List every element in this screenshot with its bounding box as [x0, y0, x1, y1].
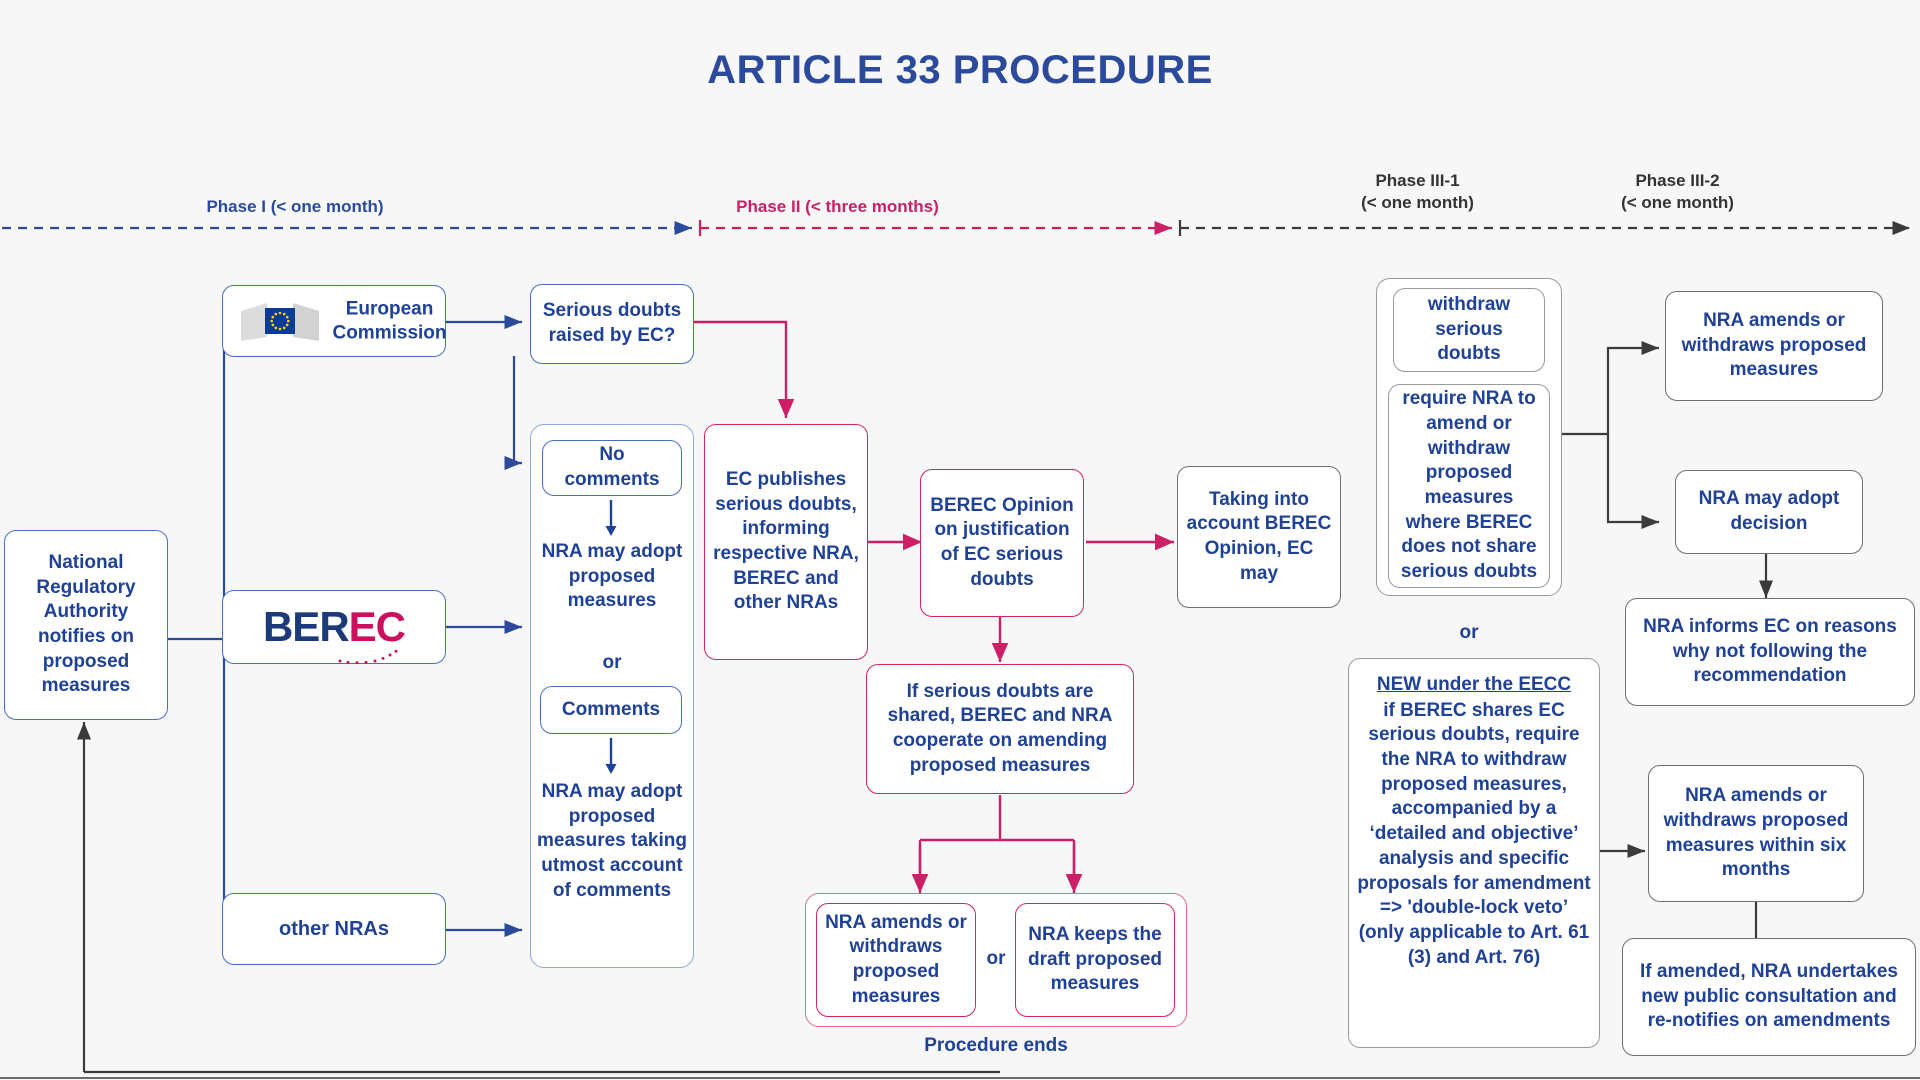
european-commission-label: European Commission	[332, 298, 447, 343]
node-serious-doubts-question[interactable]: Serious doubts raised by EC?	[530, 284, 694, 364]
phase-label-2: Phase II (< three months)	[736, 197, 939, 216]
berec-swoosh-icon	[338, 650, 398, 665]
label-procedure-ends: Procedure ends	[924, 1035, 1068, 1056]
phase-label-1: Phase I (< one month)	[206, 197, 384, 216]
node-comments[interactable]: Comments	[540, 686, 682, 734]
node-withdraw-serious-doubts[interactable]: withdraw serious doubts	[1393, 288, 1545, 372]
phase-label-4: Phase III-2 (< one month)	[1560, 170, 1795, 214]
node-other-nras[interactable]: other NRAs	[222, 893, 446, 965]
new-eecc-heading: NEW under the EECC	[1376, 674, 1572, 695]
node-nra-amends-six-months[interactable]: NRA amends or withdraws proposed measure…	[1648, 765, 1864, 902]
node-nra-notifies[interactable]: National Regulatory Authority notifies o…	[4, 530, 168, 720]
eu-flag-icon	[241, 303, 319, 341]
node-nra-may-adopt: NRA may adopt proposed measures	[541, 541, 683, 612]
node-if-amended-consultation[interactable]: If amended, NRA undertakes new public co…	[1622, 938, 1916, 1056]
label-or-mid: or	[602, 652, 622, 673]
node-nra-may-adopt-utmost: NRA may adopt proposed measures taking u…	[537, 781, 687, 901]
node-berec-opinion[interactable]: BEREC Opinion on justification of EC ser…	[920, 469, 1084, 617]
node-nra-informs-ec[interactable]: NRA informs EC on reasons why not follow…	[1625, 598, 1915, 706]
phase-3-name: Phase III-1	[1375, 171, 1460, 190]
phase-4-duration: (< one month)	[1621, 193, 1734, 213]
page-title: ARTICLE 33 PROCEDURE	[707, 48, 1213, 92]
phase-4-name: Phase III-2	[1635, 171, 1720, 190]
berec-wordmark: BEREC	[262, 600, 406, 665]
node-taking-into-account[interactable]: Taking into account BEREC Opinion, EC ma…	[1177, 466, 1341, 608]
node-require-nra-amend[interactable]: require NRA to amend or withdraw propose…	[1388, 384, 1550, 588]
node-european-commission[interactable]: European Commission	[222, 285, 447, 357]
node-new-eecc[interactable]: NEW under the EECC if BEREC shares EC se…	[1348, 658, 1600, 1048]
node-nra-keeps-draft[interactable]: NRA keeps the draft proposed measures	[1015, 903, 1175, 1017]
phase-label-3: Phase III-1 (< one month)	[1300, 170, 1535, 214]
phase-3-duration: (< one month)	[1361, 193, 1474, 213]
node-berec-logo[interactable]: BEREC	[222, 590, 446, 665]
diagram-canvas: ARTICLE 33 PROCEDURE Phase I (< one mont…	[0, 0, 1920, 1080]
node-nra-amends-withdraws[interactable]: NRA amends or withdraws proposed measure…	[816, 903, 976, 1017]
node-if-serious-doubts-shared[interactable]: If serious doubts are shared, BEREC and …	[866, 664, 1134, 794]
arrow-down-comments-icon	[605, 738, 617, 774]
node-no-comments[interactable]: No comments	[542, 440, 682, 496]
node-ec-publishes[interactable]: EC publishes serious doubts, informing r…	[704, 424, 868, 660]
berec-part-2: EC	[348, 602, 406, 650]
label-or-bottom: or	[986, 948, 1006, 969]
label-or-phase3: or	[1459, 622, 1479, 643]
node-nra-amends-withdraws-right[interactable]: NRA amends or withdraws proposed measure…	[1665, 291, 1883, 401]
node-nra-may-adopt-decision[interactable]: NRA may adopt decision	[1675, 470, 1863, 554]
arrow-down-no-comments-icon	[605, 500, 617, 536]
new-eecc-body: if BEREC shares EC serious doubts, requi…	[1357, 699, 1591, 968]
berec-part-1: BER	[262, 602, 350, 650]
